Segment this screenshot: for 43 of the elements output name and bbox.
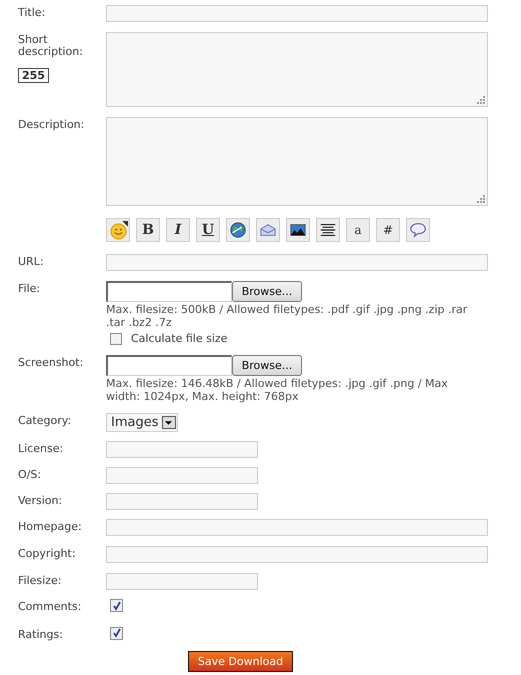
- field-label: Version:: [18, 495, 62, 507]
- field-label: O/S:: [18, 469, 42, 481]
- field-label: Title:: [18, 7, 46, 19]
- checkbox-label: Calculate file size: [131, 332, 228, 345]
- text-field[interactable]: [106, 467, 258, 484]
- file-limits-note: Max. filesize: 500kB / Allowed filetypes: .pdf .gif .jpg .png .zip .rar .tar .bz2 .7z: [106, 303, 468, 329]
- text-field[interactable]: [106, 519, 488, 536]
- text-field[interactable]: [106, 254, 488, 271]
- underline-button[interactable]: U: [196, 218, 220, 242]
- field-label: Ratings:: [18, 628, 63, 640]
- checkbox[interactable]: [110, 332, 122, 344]
- checkbox[interactable]: [110, 626, 123, 640]
- text-field[interactable]: [106, 493, 258, 510]
- save-download-button[interactable]: Save Download: [188, 651, 294, 672]
- resize-grip-icon[interactable]: [477, 195, 485, 203]
- field-label: Category:: [18, 415, 72, 427]
- field-label: Copyright:: [18, 548, 76, 560]
- field-label: Filesize:: [18, 575, 62, 587]
- bold-button[interactable]: B: [136, 218, 160, 242]
- category-dropdown[interactable]: Images: [106, 413, 178, 432]
- insert-button[interactable]: #: [376, 218, 400, 242]
- file-path-field[interactable]: [106, 355, 232, 376]
- field-label: Short description:: [18, 34, 84, 58]
- text-field[interactable]: [106, 5, 488, 22]
- field-label: URL:: [18, 256, 44, 268]
- italic-button[interactable]: I: [166, 218, 190, 242]
- file-limits-note: Max. filesize: 146.48kB / Allowed filetypes: .jpg .gif .png / Max width: 1024px, Max. height: 768px: [106, 377, 449, 403]
- field-label: File:: [18, 283, 40, 295]
- text-field[interactable]: [106, 546, 488, 563]
- field-label: Comments:: [18, 601, 82, 613]
- field-label: License:: [18, 443, 64, 455]
- field-label: Homepage:: [18, 521, 82, 533]
- character-counter: 255: [18, 68, 49, 83]
- resize-grip-icon[interactable]: [477, 96, 485, 104]
- field-label: Description:: [18, 119, 84, 131]
- insert-button[interactable]: a: [346, 218, 370, 242]
- browse-button[interactable]: Browse...: [232, 355, 302, 376]
- text-field[interactable]: [106, 573, 258, 590]
- file-path-field[interactable]: [106, 281, 232, 302]
- text-field[interactable]: [106, 441, 258, 458]
- field-label: Screenshot:: [18, 357, 84, 369]
- checkbox[interactable]: [110, 599, 123, 612]
- browse-button[interactable]: Browse...: [232, 281, 302, 302]
